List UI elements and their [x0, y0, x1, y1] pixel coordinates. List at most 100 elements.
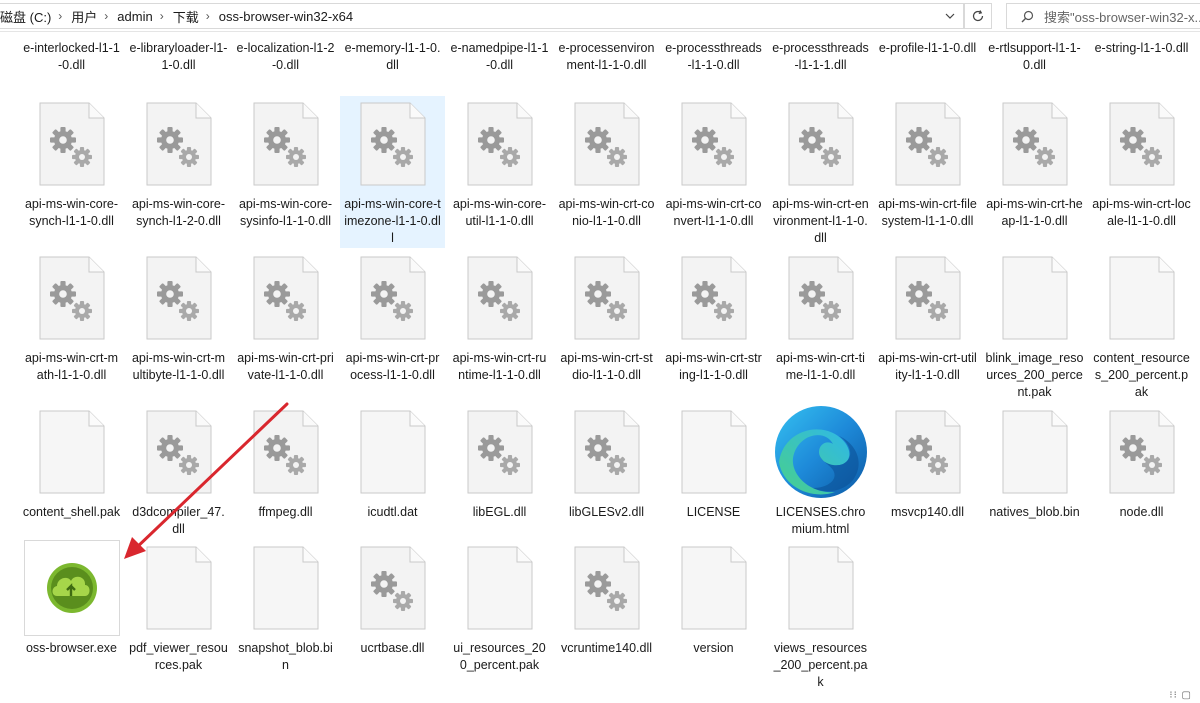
file-name: content_resources_200_percent.pak: [1093, 351, 1190, 399]
file-name: api-ms-win-crt-environment-l1-1-0.dll: [772, 197, 869, 245]
refresh-icon: [972, 10, 984, 22]
file-name: e-libraryloader-l1-1-0.dll: [129, 41, 228, 72]
file-name: e-processthreads-l1-1-1.dll: [772, 41, 869, 72]
dll-gear-icon: [235, 404, 336, 500]
dll-gear-icon: [128, 96, 229, 192]
file-name: e-profile-l1-1-0.dll: [878, 41, 977, 55]
file-name: LICENSES.chromium.html: [775, 505, 866, 536]
blank-file-icon: [663, 404, 764, 500]
breadcrumb-current-folder[interactable]: oss-browser-win32-x64: [213, 9, 357, 24]
file-name: e-rtlsupport-l1-1-0.dll: [988, 41, 1081, 72]
dll-gear-icon: [235, 96, 336, 192]
file-name: api-ms-win-core-util-l1-1-0.dll: [452, 197, 547, 228]
file-name: ffmpeg.dll: [258, 505, 313, 519]
blank-file-icon: [342, 404, 443, 500]
dll-gear-icon: [449, 404, 550, 500]
file-name: api-ms-win-crt-multibyte-l1-1-0.dll: [131, 351, 226, 382]
dll-gear-icon: [663, 96, 764, 192]
file-name: api-ms-win-crt-utility-l1-1-0.dll: [878, 351, 977, 382]
file-name: msvcp140.dll: [891, 505, 964, 519]
file-name: pdf_viewer_resources.pak: [129, 641, 228, 672]
blank-file-icon: [663, 540, 764, 636]
dll-gear-icon: [877, 96, 978, 192]
blank-file-icon: [1091, 250, 1192, 346]
file-name: e-processenvironment-l1-1-0.dll: [558, 41, 655, 72]
dll-gear-icon: [663, 250, 764, 346]
breadcrumb-drive[interactable]: 磁盘 (C:): [0, 7, 55, 26]
file-name: api-ms-win-crt-stdio-l1-1-0.dll: [560, 351, 653, 382]
address-history-button[interactable]: [938, 3, 962, 29]
oss-browser-app-icon: [21, 540, 122, 636]
file-name: api-ms-win-crt-private-l1-1-0.dll: [237, 351, 334, 382]
dll-gear-icon: [342, 250, 443, 346]
dll-gear-icon: [984, 96, 1085, 192]
address-bar-area: 磁盘 (C:) › 用户 › admin › 下载 › oss-browser-…: [0, 0, 1200, 32]
file-name: ui_resources_200_percent.pak: [453, 641, 546, 672]
chevron-right-icon[interactable]: ›: [157, 9, 167, 23]
dll-gear-icon: [235, 250, 336, 346]
file-name: node.dll: [1119, 505, 1164, 519]
file-name: api-ms-win-core-synch-l1-2-0.dll: [131, 197, 226, 228]
file-name: snapshot_blob.bin: [238, 641, 333, 672]
dll-gear-icon: [342, 540, 443, 636]
breadcrumb-downloads[interactable]: 下载: [167, 7, 203, 26]
file-name: content_shell.pak: [22, 505, 121, 519]
dll-gear-icon: [342, 96, 443, 192]
dll-gear-icon: [770, 250, 871, 346]
dll-gear-icon: [556, 96, 657, 192]
file-name: api-ms-win-crt-time-l1-1-0.dll: [776, 351, 865, 382]
file-name: version: [693, 641, 734, 655]
file-name: api-ms-win-core-sysinfo-l1-1-0.dll: [238, 197, 333, 228]
dll-gear-icon: [1091, 96, 1192, 192]
file-name: d3dcompiler_47.dll: [132, 505, 225, 536]
chevron-right-icon[interactable]: ›: [203, 9, 213, 23]
file-name: e-localization-l1-2-0.dll: [236, 41, 335, 72]
blank-file-icon: [21, 404, 122, 500]
file-name: e-processthreads-l1-1-0.dll: [665, 41, 762, 72]
dll-gear-icon: [449, 96, 550, 192]
file-name: LICENSE: [686, 505, 741, 519]
file-name: natives_blob.bin: [989, 505, 1080, 519]
search-placeholder: 搜索"oss-browser-win32-x...: [1044, 9, 1200, 25]
search-box[interactable]: 搜索"oss-browser-win32-x...: [1006, 3, 1200, 29]
file-name: api-ms-win-crt-runtime-l1-1-0.dll: [452, 351, 547, 382]
file-name: api-ms-win-crt-string-l1-1-0.dll: [665, 351, 762, 382]
view-toggle-icon[interactable]: ⁝⁝ ▢: [1169, 690, 1192, 701]
file-name: libEGL.dll: [472, 505, 527, 519]
blank-file-icon: [449, 540, 550, 636]
file-name: oss-browser.exe: [25, 641, 117, 655]
blank-file-icon: [984, 404, 1085, 500]
blank-file-icon: [128, 540, 229, 636]
file-name: ucrtbase.dll: [360, 641, 425, 655]
file-name: api-ms-win-crt-heap-l1-1-0.dll: [986, 197, 1083, 228]
dll-gear-icon: [21, 96, 122, 192]
file-name: api-ms-win-crt-process-l1-1-0.dll: [345, 351, 440, 382]
breadcrumb-users[interactable]: 用户: [65, 7, 101, 26]
search-icon: [1021, 10, 1034, 22]
dll-gear-icon: [556, 540, 657, 636]
file-name: api-ms-win-core-synch-l1-1-0.dll: [24, 197, 119, 228]
file-name: api-ms-win-crt-convert-l1-1-0.dll: [665, 197, 762, 228]
dll-gear-icon: [1091, 404, 1192, 500]
file-name: e-interlocked-l1-1-0.dll: [23, 41, 120, 72]
dll-gear-icon: [556, 404, 657, 500]
file-name: api-ms-win-crt-filesystem-l1-1-0.dll: [878, 197, 977, 228]
dll-gear-icon: [770, 96, 871, 192]
chevron-right-icon[interactable]: ›: [55, 9, 65, 23]
breadcrumb-admin[interactable]: admin: [111, 9, 156, 24]
file-name: views_resources_200_percent.pak: [773, 641, 868, 689]
file-name: api-ms-win-core-timezone-l1-1-0.dll: [344, 197, 441, 245]
dll-gear-icon: [21, 250, 122, 346]
file-name: libGLESv2.dll: [568, 505, 645, 519]
chevron-down-icon: [945, 13, 955, 19]
blank-file-icon: [770, 540, 871, 636]
refresh-button[interactable]: [964, 3, 992, 29]
dll-gear-icon: [128, 404, 229, 500]
file-name: vcruntime140.dll: [560, 641, 652, 655]
file-name: api-ms-win-crt-locale-l1-1-0.dll: [1092, 197, 1191, 228]
dll-gear-icon: [449, 250, 550, 346]
file-name: e-memory-l1-1-0.dll: [344, 41, 441, 72]
breadcrumb[interactable]: 磁盘 (C:) › 用户 › admin › 下载 › oss-browser-…: [0, 3, 964, 29]
file-name: e-string-l1-1-0.dll: [1094, 41, 1189, 55]
chevron-right-icon[interactable]: ›: [101, 9, 111, 23]
